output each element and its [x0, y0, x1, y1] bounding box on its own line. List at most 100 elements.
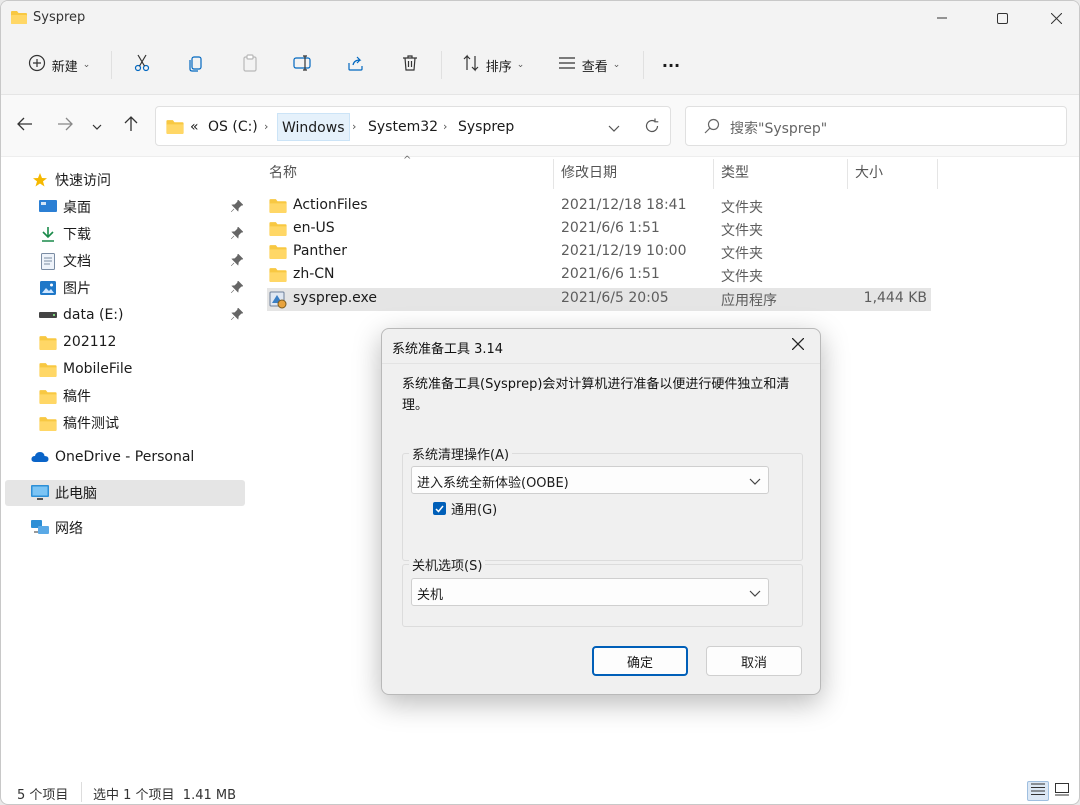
- more-options-button[interactable]: ···: [653, 47, 689, 83]
- sidebar-item-quick-access[interactable]: 快速访问: [5, 167, 245, 193]
- address-overflow[interactable]: «: [186, 113, 203, 141]
- toolbar-divider: [111, 51, 112, 79]
- sidebar-item-this-pc[interactable]: 此电脑: [5, 480, 245, 506]
- pin-icon[interactable]: [230, 307, 244, 324]
- rename-button[interactable]: [285, 47, 319, 83]
- sidebar-item-label: 202112: [63, 334, 117, 350]
- close-button[interactable]: [1033, 1, 1079, 35]
- star-icon: [31, 171, 49, 189]
- maximize-button[interactable]: [979, 1, 1025, 35]
- copy-button[interactable]: [179, 47, 213, 83]
- file-type: 文件夹: [721, 200, 763, 216]
- breadcrumb-os-c[interactable]: OS (C:): [204, 113, 262, 141]
- breadcrumb-system32[interactable]: System32: [364, 113, 442, 141]
- desktop-icon: [39, 198, 57, 216]
- column-divider[interactable]: [937, 159, 938, 189]
- file-row-panther[interactable]: Panther 2021/12/19 10:00 文件夹: [267, 241, 931, 264]
- column-divider[interactable]: [713, 159, 714, 189]
- column-divider[interactable]: [553, 159, 554, 189]
- generalize-checkbox[interactable]: 通用(G): [433, 499, 497, 518]
- ok-button[interactable]: 确定: [592, 646, 688, 676]
- file-row-sysprep-exe[interactable]: sysprep.exe 2021/6/5 20:05 应用程序 1,444 KB: [267, 288, 931, 311]
- delete-button[interactable]: [393, 47, 427, 83]
- column-header-type[interactable]: 类型: [721, 157, 749, 189]
- pin-icon[interactable]: [230, 253, 244, 270]
- sidebar-item-data-drive[interactable]: data (E:): [5, 302, 245, 328]
- chevron-down-icon: ⌄: [82, 60, 91, 70]
- cloud-icon: [31, 448, 49, 466]
- file-date: 2021/6/6 1:51: [561, 266, 660, 282]
- sidebar-item-documents[interactable]: 文档: [5, 248, 245, 274]
- sidebar-item-network[interactable]: 网络: [5, 515, 245, 541]
- new-button[interactable]: 新建 ⌄: [17, 47, 101, 83]
- thumbnail-view-button[interactable]: [1051, 781, 1073, 801]
- sidebar-item-label: OneDrive - Personal: [55, 449, 195, 465]
- sort-button[interactable]: 排序 ⌄: [453, 47, 533, 83]
- download-icon: [39, 225, 57, 243]
- list-view-icon: [558, 54, 576, 76]
- cleanup-action-label: 系统清理操作(A): [409, 444, 513, 463]
- title-bar: Sysprep: [1, 1, 1079, 35]
- pin-icon[interactable]: [230, 226, 244, 243]
- cancel-button[interactable]: 取消: [706, 646, 802, 676]
- search-input[interactable]: 搜索"Sysprep": [685, 106, 1067, 146]
- share-button[interactable]: [339, 47, 373, 83]
- selection-info: 选中 1 个项目 1.41 MB: [93, 788, 237, 803]
- pin-icon[interactable]: [230, 280, 244, 297]
- up-button[interactable]: [117, 113, 145, 139]
- sidebar-item-drafts-test[interactable]: 稿件测试: [5, 410, 245, 436]
- shutdown-options-group: 关机选项(S) 关机: [402, 555, 803, 627]
- dialog-close-button[interactable]: [782, 332, 814, 360]
- sidebar-item-pictures[interactable]: 图片: [5, 275, 245, 301]
- breadcrumb-separator-icon: ›: [443, 120, 448, 133]
- view-button[interactable]: 查看 ⌄: [549, 47, 629, 83]
- sort-icon: [462, 54, 480, 76]
- file-row-zh-cn[interactable]: zh-CN 2021/6/6 1:51 文件夹: [267, 264, 931, 287]
- sidebar-item-downloads[interactable]: 下载: [5, 221, 245, 247]
- view-label: 查看: [581, 59, 608, 75]
- file-date: 2021/12/19 10:00: [561, 243, 687, 259]
- shutdown-options-select[interactable]: 关机: [411, 578, 769, 606]
- cut-button[interactable]: [125, 47, 159, 83]
- folder-icon: [39, 333, 57, 351]
- sidebar-item-drafts[interactable]: 稿件: [5, 383, 245, 409]
- sidebar-item-label: 图片: [63, 281, 91, 297]
- details-view-button[interactable]: [1027, 781, 1049, 801]
- column-header-name[interactable]: 名称: [269, 157, 297, 189]
- toolbar-divider: [441, 51, 442, 79]
- sidebar-item-mobilefile[interactable]: MobileFile: [5, 356, 245, 382]
- back-button[interactable]: [11, 113, 39, 139]
- refresh-icon[interactable]: [644, 118, 660, 138]
- paste-button[interactable]: [233, 47, 267, 83]
- sidebar-item-onedrive[interactable]: OneDrive - Personal: [5, 444, 245, 470]
- close-icon: [791, 337, 805, 354]
- details-view-icon: [1031, 783, 1045, 799]
- file-name: Panther: [293, 243, 347, 259]
- sidebar-item-desktop[interactable]: 桌面: [5, 194, 245, 220]
- search-icon: [704, 118, 720, 138]
- recent-locations-button[interactable]: [85, 113, 109, 139]
- breadcrumb-sysprep[interactable]: Sysprep: [454, 113, 518, 141]
- address-history-chevron-icon[interactable]: [608, 121, 620, 137]
- sidebar-item-label: 此电脑: [55, 486, 97, 502]
- file-date: 2021/6/6 1:51: [561, 220, 660, 236]
- sidebar-item-202112[interactable]: 202112: [5, 329, 245, 355]
- forward-button[interactable]: [51, 113, 79, 139]
- folder-icon: [269, 198, 287, 217]
- sidebar-item-label: 网络: [55, 521, 83, 537]
- pin-icon[interactable]: [230, 199, 244, 216]
- address-bar[interactable]: « OS (C:) › Windows › System32 › Sysprep: [155, 106, 671, 146]
- minimize-button[interactable]: [919, 1, 965, 35]
- arrow-up-icon: [124, 116, 138, 136]
- column-header-size[interactable]: 大小: [855, 157, 883, 189]
- breadcrumb-windows[interactable]: Windows: [277, 113, 350, 141]
- folder-icon: [39, 387, 57, 405]
- column-header-date[interactable]: 修改日期: [561, 157, 617, 189]
- cleanup-action-select[interactable]: 进入系统全新体验(OOBE): [411, 466, 769, 494]
- cleanup-action-group: 系统清理操作(A) 进入系统全新体验(OOBE) 通用(G): [402, 444, 803, 561]
- file-row-actionfiles[interactable]: ActionFiles 2021/12/18 18:41 文件夹: [267, 195, 931, 218]
- column-divider[interactable]: [847, 159, 848, 189]
- file-row-en-us[interactable]: en-US 2021/6/6 1:51 文件夹: [267, 218, 931, 241]
- thumbnail-view-icon: [1055, 782, 1069, 800]
- new-label: 新建: [51, 59, 78, 75]
